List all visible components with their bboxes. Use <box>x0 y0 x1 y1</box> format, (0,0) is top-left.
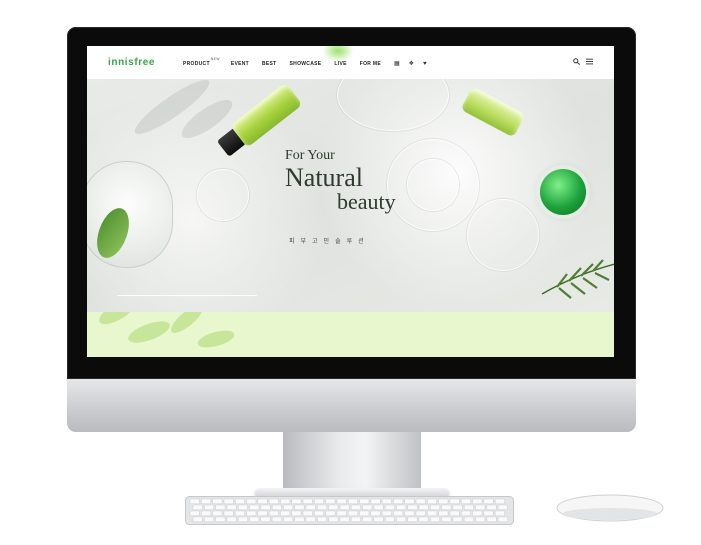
band-leaf <box>95 312 139 329</box>
nav-item-live[interactable]: LIVE <box>334 61 346 67</box>
bottle-body <box>230 82 303 148</box>
water-ripple <box>467 199 539 271</box>
monitor-screen: innisfree PRODUCT NEW EVENT BEST SHOWCAS… <box>87 46 614 357</box>
hero-progress-bar <box>117 295 257 296</box>
hero-subtitle: 피부고민솔루션 <box>289 238 370 245</box>
main-nav: PRODUCT NEW EVENT BEST SHOWCASE LIVE FOR… <box>183 57 436 68</box>
nav-item-best[interactable]: BEST <box>262 61 277 67</box>
mouse <box>556 494 664 522</box>
water-ripple <box>337 79 449 131</box>
nav-item-label: PRODUCT <box>183 60 210 67</box>
hero-line-2: Natural <box>285 163 363 192</box>
water-ripple <box>407 159 459 211</box>
header-actions <box>567 58 593 67</box>
hero-banner[interactable]: For Your Natural beauty 피부고민솔루션 <box>87 79 614 312</box>
coupon-icon[interactable]: ♥ <box>423 61 427 67</box>
band-leaf <box>125 316 173 348</box>
water-ripple <box>197 169 249 221</box>
hero-line-3: beauty <box>337 189 396 214</box>
site-logo[interactable]: innisfree <box>108 57 155 68</box>
hero-headline: For Your Natural beauty <box>285 149 396 213</box>
gift-icon[interactable]: ❖ <box>409 60 414 67</box>
menu-icon[interactable] <box>586 58 593 67</box>
nav-item-showcase[interactable]: SHOWCASE <box>290 61 322 67</box>
nav-item-for-me[interactable]: FOR ME <box>360 61 381 67</box>
green-cream-jar <box>540 169 586 215</box>
nav-item-event[interactable]: EVENT <box>231 61 249 67</box>
monitor-stand <box>283 432 421 490</box>
nav-item-product[interactable]: PRODUCT NEW <box>183 57 220 67</box>
cart-icon[interactable]: ▦ <box>394 60 400 67</box>
band-leaf <box>195 327 237 351</box>
search-icon[interactable] <box>573 58 580 67</box>
palm-leaf <box>541 259 614 299</box>
promo-band <box>87 312 614 357</box>
nav-new-badge: NEW <box>210 56 220 61</box>
site-header: innisfree PRODUCT NEW EVENT BEST SHOWCAS… <box>87 46 614 79</box>
green-gel-bottle <box>460 86 526 138</box>
hero-line-1: For Your <box>285 148 335 163</box>
band-leaf <box>167 312 207 338</box>
monitor-chin <box>67 379 636 432</box>
keyboard <box>185 496 514 525</box>
